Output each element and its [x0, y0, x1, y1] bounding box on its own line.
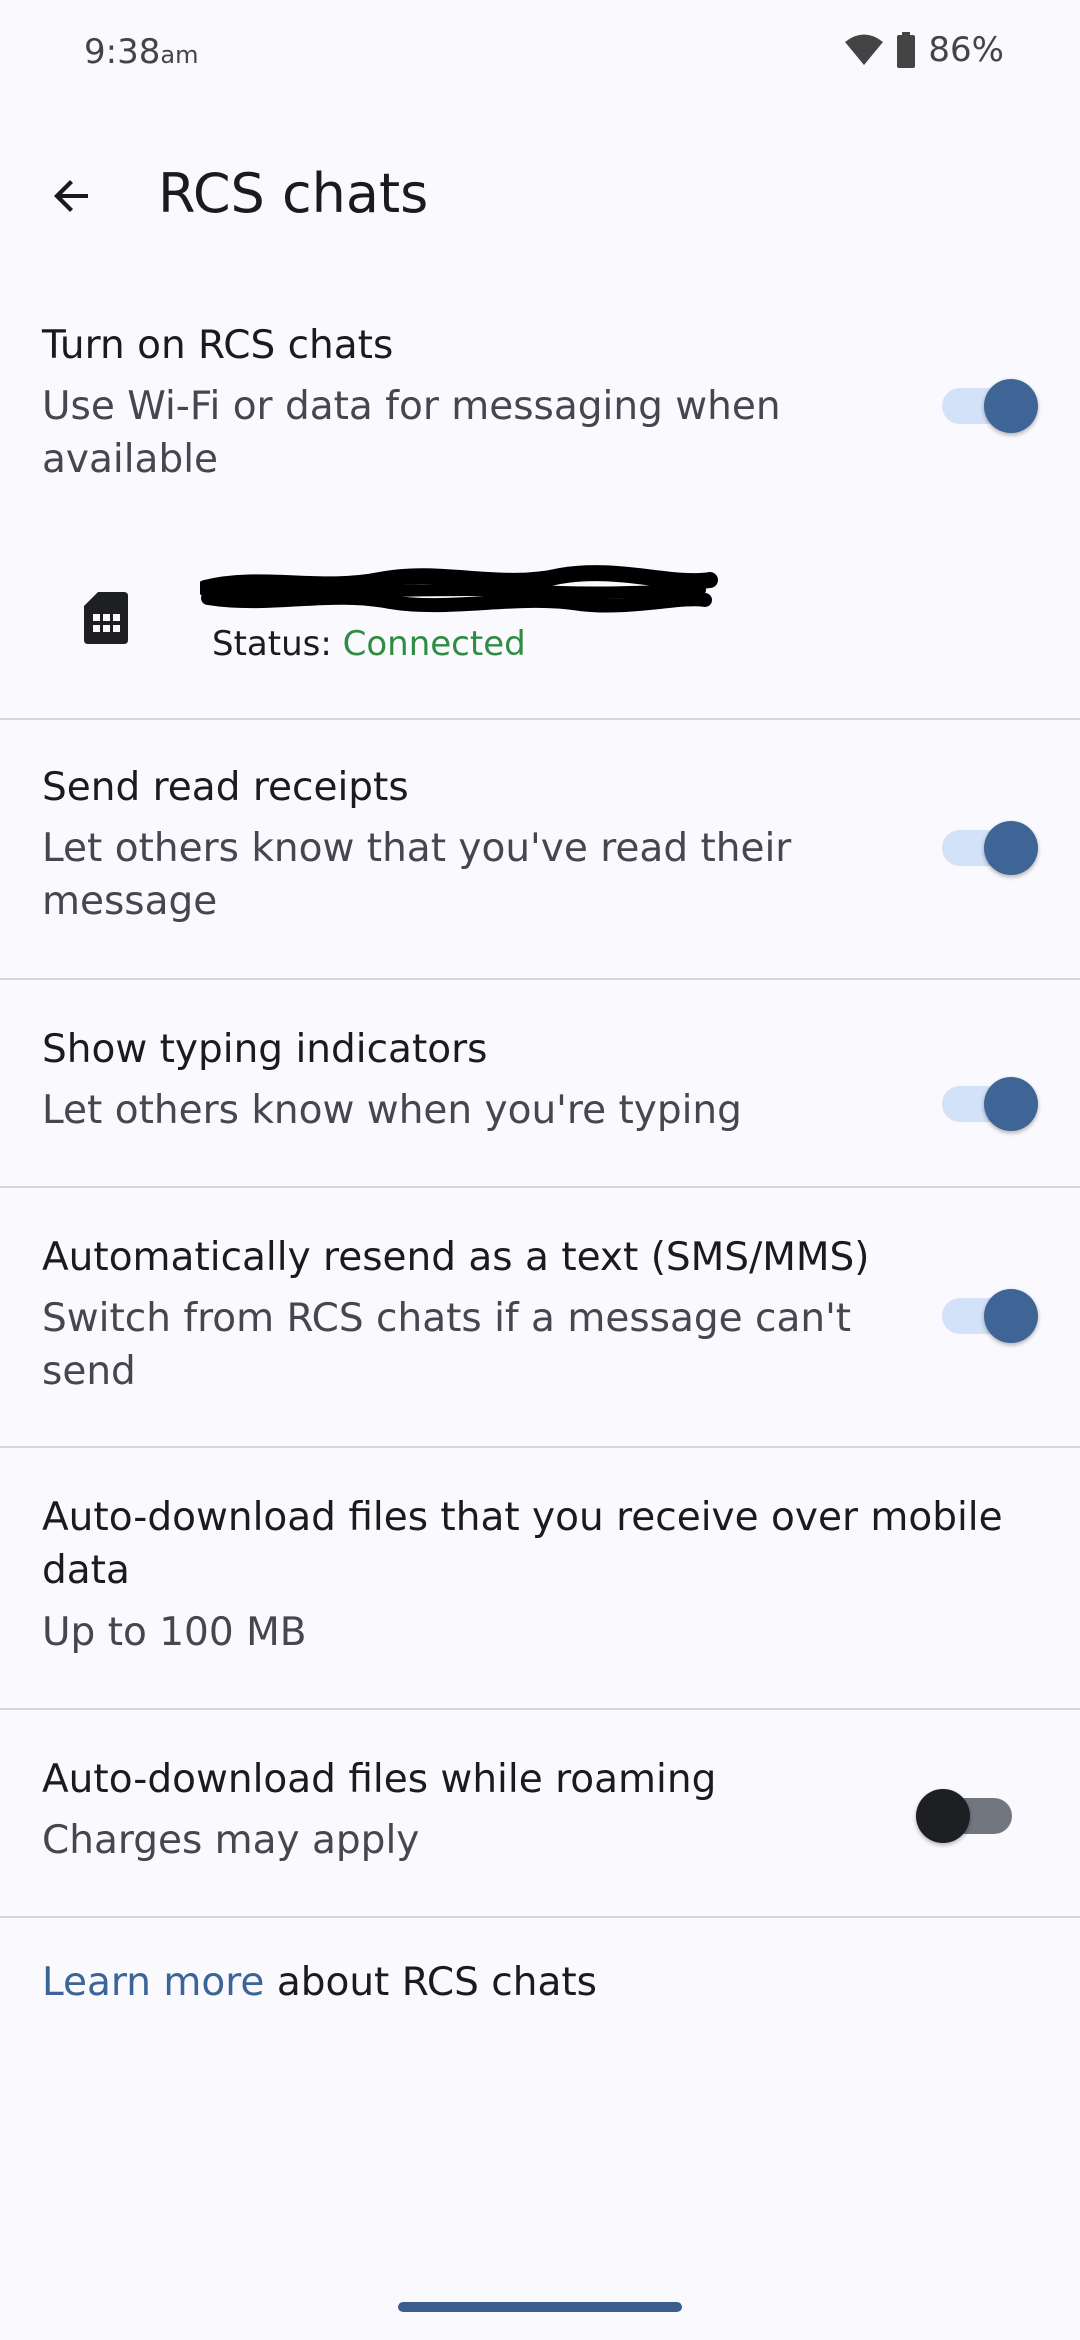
status-icons: 86% — [844, 30, 1004, 70]
setting-roaming-subtitle: Charges may apply — [42, 1818, 420, 1863]
clock-ampm: am — [160, 41, 199, 69]
gesture-nav-handle[interactable] — [398, 2302, 682, 2312]
divider — [0, 978, 1080, 980]
sim-status-label: Status: — [212, 624, 332, 664]
setting-typing-indicators[interactable]: Show typing indicators Let others know w… — [0, 1024, 1080, 1154]
sim-status-text: Status: Connected — [212, 624, 526, 664]
setting-typing-title: Show typing indicators — [42, 1027, 488, 1072]
setting-auto-download-roaming[interactable]: Auto-download files while roaming Charge… — [0, 1754, 1080, 1884]
arrow-back-icon — [54, 180, 88, 212]
redacted-phone-number — [197, 560, 720, 624]
sim-card-icon — [84, 592, 128, 648]
setting-auto-download-mobile-title-2: data — [42, 1548, 130, 1593]
setting-auto-download-mobile[interactable]: Auto-download files that you receive ove… — [0, 1492, 1080, 1682]
setting-rcs-subtitle-2: available — [42, 437, 219, 482]
app-bar: RCS chats — [0, 140, 1080, 250]
toggle-thumb — [984, 1289, 1038, 1343]
setting-read-receipts[interactable]: Send read receipts Let others know that … — [0, 762, 1080, 952]
read-receipts-toggle[interactable] — [942, 821, 1038, 875]
clock-time: 9:38 — [84, 32, 161, 72]
divider — [0, 1186, 1080, 1188]
divider — [0, 718, 1080, 720]
learn-more-suffix: about RCS chats — [264, 1960, 597, 2005]
toggle-thumb — [916, 1789, 970, 1843]
auto-resend-toggle[interactable] — [942, 1289, 1038, 1343]
toggle-thumb — [984, 821, 1038, 875]
divider — [0, 1708, 1080, 1710]
page-title: RCS chats — [158, 162, 429, 225]
setting-read-receipts-title: Send read receipts — [42, 765, 409, 810]
roaming-toggle[interactable] — [916, 1789, 1012, 1843]
typing-indicators-toggle[interactable] — [942, 1077, 1038, 1131]
sim-status-value: Connected — [342, 624, 526, 664]
setting-resend-subtitle-2: send — [42, 1349, 136, 1394]
status-bar: 9:38am 86% — [0, 0, 1080, 110]
setting-auto-download-mobile-title-1: Auto-download files that you receive ove… — [42, 1495, 1003, 1540]
back-button[interactable] — [36, 160, 108, 232]
toggle-thumb — [984, 1077, 1038, 1131]
setting-rcs-title: Turn on RCS chats — [42, 323, 394, 368]
sim-status-row: Status: Connected — [0, 540, 1080, 700]
setting-rcs[interactable]: Turn on RCS chats Use Wi-Fi or data for … — [0, 320, 1080, 510]
rcs-toggle[interactable] — [942, 379, 1038, 433]
battery-percent: 86% — [928, 30, 1004, 70]
divider — [0, 1916, 1080, 1918]
setting-auto-download-mobile-subtitle: Up to 100 MB — [42, 1610, 307, 1655]
setting-resend-subtitle-1: Switch from RCS chats if a message can't — [42, 1296, 852, 1341]
setting-typing-subtitle: Let others know when you're typing — [42, 1088, 742, 1133]
setting-read-receipts-subtitle-1: Let others know that you've read their — [42, 826, 792, 871]
setting-auto-resend[interactable]: Automatically resend as a text (SMS/MMS)… — [0, 1232, 1080, 1422]
setting-resend-title: Automatically resend as a text (SMS/MMS) — [42, 1235, 870, 1280]
battery-icon — [896, 32, 916, 68]
setting-rcs-subtitle-1: Use Wi-Fi or data for messaging when — [42, 384, 781, 429]
setting-read-receipts-subtitle-2: message — [42, 879, 218, 924]
learn-more-text: Learn more about RCS chats — [42, 1960, 597, 2005]
toggle-thumb — [984, 379, 1038, 433]
learn-more-link[interactable]: Learn more — [42, 1960, 264, 2005]
wifi-icon — [844, 33, 884, 67]
divider — [0, 1446, 1080, 1448]
setting-roaming-title: Auto-download files while roaming — [42, 1757, 717, 1802]
clock: 9:38am — [84, 32, 198, 72]
